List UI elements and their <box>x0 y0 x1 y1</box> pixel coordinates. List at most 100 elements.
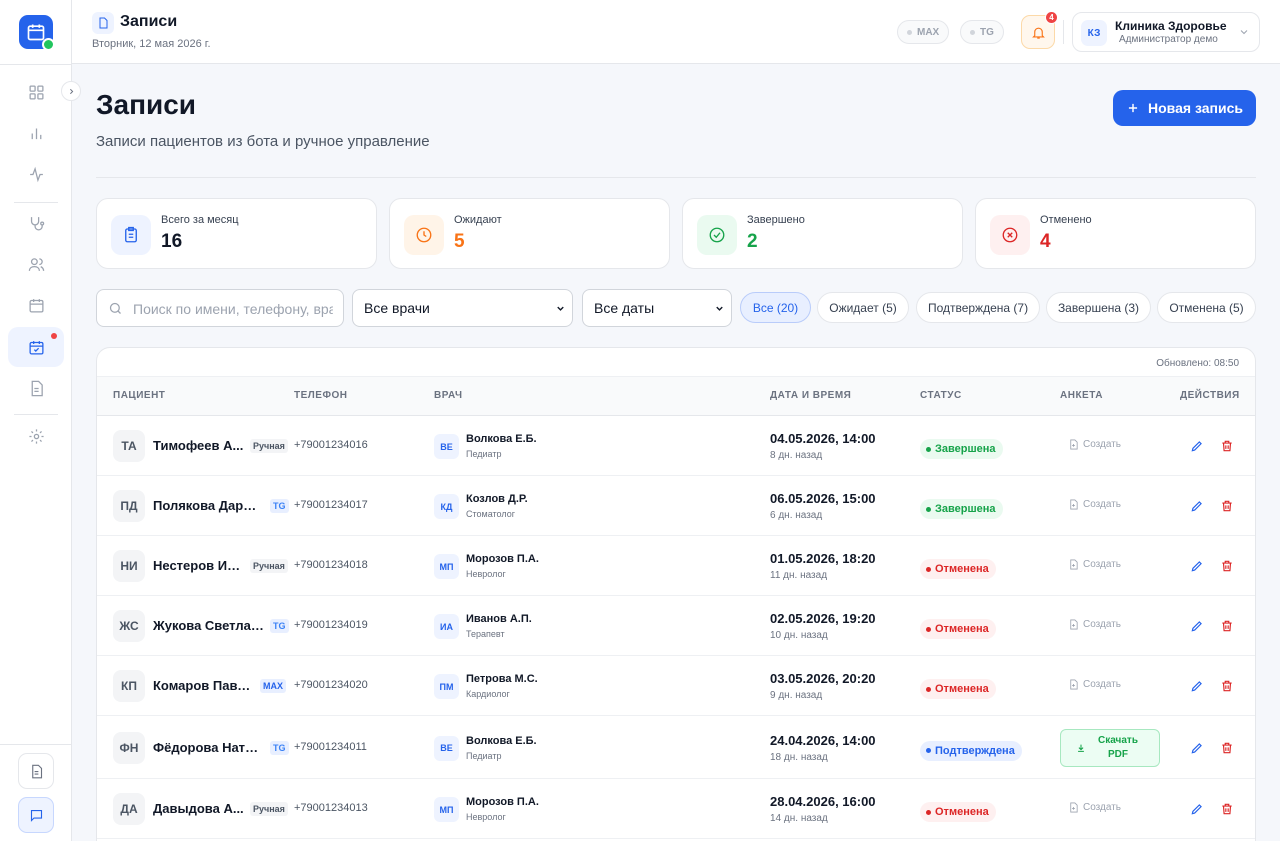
chevron-down-icon <box>716 306 723 311</box>
sidebar-docs-button[interactable] <box>18 753 54 789</box>
create-form-button[interactable]: Создать <box>1068 559 1121 570</box>
delete-button[interactable] <box>1219 801 1235 817</box>
table-row[interactable]: ФН Фёдорова Натал... TG +79001234011 ВЕ … <box>97 716 1255 779</box>
pencil-icon <box>1191 621 1202 632</box>
create-form-button[interactable]: Создать <box>1068 679 1121 690</box>
patient-name[interactable]: Тимофеев А... <box>153 438 244 453</box>
create-form-button[interactable]: Создать <box>1068 802 1121 813</box>
sidebar-item-doctors[interactable] <box>8 203 64 243</box>
file-plus-icon <box>1070 559 1078 570</box>
doctor-specialty: Кардиолог <box>466 689 510 699</box>
edit-button[interactable] <box>1189 678 1205 694</box>
delete-button[interactable] <box>1219 558 1235 574</box>
search-input[interactable] <box>133 298 333 320</box>
delete-button[interactable] <box>1219 740 1235 756</box>
patient-avatar: ЖС <box>113 610 145 642</box>
filter-chip-confirmed[interactable]: Подтверждена (7) <box>916 292 1040 323</box>
sidebar-item-appointments[interactable] <box>8 327 64 367</box>
table-row[interactable]: ПД Полякова Дарья... TG +79001234017 КД … <box>97 476 1255 536</box>
table-row[interactable]: НИ Нестеров Ил... Ручная +79001234018 МП… <box>97 536 1255 596</box>
create-form-button[interactable]: Создать <box>1068 619 1121 630</box>
status-badge: Отменена <box>920 802 996 822</box>
sidebar-chat-button[interactable] <box>18 797 54 833</box>
edit-button[interactable] <box>1189 438 1205 454</box>
channel-tg-pill[interactable]: TG <box>960 20 1004 44</box>
clinic-switcher[interactable]: КЗ Клиника Здоровье Администратор демо <box>1072 12 1260 52</box>
sidebar-divider <box>14 414 58 415</box>
patient-phone: +79001234019 <box>294 619 368 631</box>
notifications-button[interactable]: 4 <box>1021 11 1058 49</box>
topbar-date: Вторник, 12 мая 2026 г. <box>92 38 211 50</box>
doctor-specialty: Педиатр <box>466 449 502 459</box>
sidebar-divider <box>0 64 72 65</box>
edit-button[interactable] <box>1189 618 1205 634</box>
sidebar-collapse-button[interactable] <box>61 81 81 101</box>
app-logo[interactable] <box>19 15 55 51</box>
stat-value: 5 <box>454 231 465 252</box>
patient-name[interactable]: Давыдова А... <box>153 801 244 816</box>
patient-name[interactable]: Жукова Светлан... <box>153 618 264 633</box>
sidebar-item-patients[interactable] <box>8 244 64 284</box>
doctor-name: Морозов П.А. <box>466 796 539 808</box>
patient-name[interactable]: Полякова Дарья... <box>153 498 264 513</box>
download-pdf-button[interactable]: Скачать PDF <box>1060 728 1160 767</box>
filter-chip-completed[interactable]: Завершена (3) <box>1046 292 1151 323</box>
channel-max-pill[interactable]: MAX <box>897 20 950 44</box>
filter-chip-pending[interactable]: Ожидает (5) <box>817 292 909 323</box>
doctor-avatar: ИА <box>434 614 459 639</box>
new-appointment-button[interactable]: Новая запись <box>1113 90 1256 126</box>
create-form-button[interactable]: Создать <box>1068 499 1121 510</box>
stethoscope-icon <box>30 216 44 231</box>
doctor-specialty: Невролог <box>466 569 506 579</box>
status-dot <box>926 686 931 692</box>
header-divider <box>96 177 1256 178</box>
patient-name[interactable]: Нестеров Ил... <box>153 558 244 573</box>
doctor-name: Козлов Д.Р. <box>466 493 528 505</box>
appointment-datetime: 04.05.2026, 14:00 <box>770 431 876 446</box>
status-dot <box>907 29 912 35</box>
filter-chip-cancelled[interactable]: Отменена (5) <box>1157 292 1256 323</box>
patient-phone: +79001234020 <box>294 679 368 691</box>
sidebar-item-settings[interactable] <box>8 416 64 456</box>
sidebar-item-dashboard[interactable] <box>8 72 64 112</box>
doctor-name: Иванов А.П. <box>466 613 532 625</box>
file-icon <box>99 17 108 29</box>
edit-button[interactable] <box>1189 498 1205 514</box>
delete-button[interactable] <box>1219 498 1235 514</box>
status-dot <box>926 626 931 632</box>
doctor-avatar: МП <box>434 797 459 822</box>
patient-name[interactable]: Фёдорова Натал... <box>153 740 264 755</box>
table-row[interactable]: ЖС Жукова Светлан... TG +79001234019 ИА … <box>97 596 1255 656</box>
delete-button[interactable] <box>1219 618 1235 634</box>
sidebar-item-activity[interactable] <box>8 154 64 194</box>
doctor-select[interactable]: Все врачи <box>352 289 573 327</box>
clinic-role: Администратор демо <box>1119 34 1218 45</box>
sidebar-item-forms[interactable] <box>8 368 64 408</box>
edit-button[interactable] <box>1189 558 1205 574</box>
delete-button[interactable] <box>1219 678 1235 694</box>
patient-name[interactable]: Комаров Паве... <box>153 678 254 693</box>
edit-button[interactable] <box>1189 740 1205 756</box>
search-box <box>96 289 344 327</box>
edit-button[interactable] <box>1189 801 1205 817</box>
sidebar-item-analytics[interactable] <box>8 113 64 153</box>
sidebar-item-calendar[interactable] <box>8 285 64 325</box>
date-select[interactable]: Все даты <box>582 289 732 327</box>
file-icon <box>31 764 42 778</box>
table-row[interactable]: ТА Тимофеев А... Ручная +79001234016 ВЕ … <box>97 416 1255 476</box>
create-form-label: Создать <box>1083 802 1122 813</box>
table-row[interactable]: ДА Давыдова А... Ручная +79001234013 МП … <box>97 779 1255 839</box>
trash-icon <box>1222 440 1232 452</box>
sidebar <box>0 0 72 841</box>
create-form-button[interactable]: Создать <box>1068 439 1121 450</box>
doctor-name: Петрова М.С. <box>466 673 538 685</box>
doctor-avatar: ПМ <box>434 674 459 699</box>
status-label: Отменена <box>935 683 989 695</box>
table-row[interactable]: КП Комаров Паве... MAX +79001234020 ПМ П… <box>97 656 1255 716</box>
appointment-datetime: 01.05.2026, 18:20 <box>770 551 876 566</box>
delete-button[interactable] <box>1219 438 1235 454</box>
status-dot <box>970 29 975 35</box>
filter-chip-all[interactable]: Все (20) <box>740 292 811 323</box>
status-label: Отменена <box>935 806 989 818</box>
source-badge: Ручная <box>250 802 288 816</box>
